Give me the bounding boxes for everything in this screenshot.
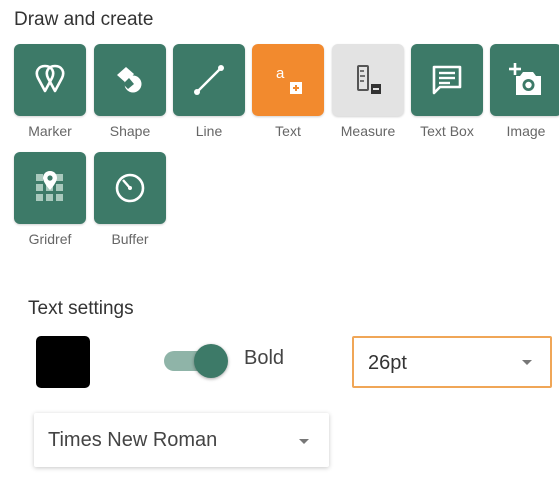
- marker-icon: [35, 64, 65, 93]
- text-settings-title: Text settings: [28, 298, 134, 319]
- text-box-icon: [432, 65, 462, 95]
- draw-and-create-title: Draw and create: [14, 9, 154, 30]
- gridref-icon: [36, 171, 63, 201]
- measure-icon: [357, 65, 381, 94]
- font-size-select[interactable]: 26pt: [352, 336, 552, 388]
- chevron-down-icon: [522, 360, 532, 365]
- gridref-tool-button[interactable]: [14, 152, 86, 224]
- buffer-icon: [115, 173, 145, 203]
- tool-label-shape: Shape: [109, 123, 151, 139]
- measure-tool-button[interactable]: [332, 44, 404, 116]
- text-color-swatch[interactable]: [36, 336, 90, 388]
- line-tool-button[interactable]: [173, 44, 245, 116]
- bold-toggle[interactable]: [164, 344, 228, 378]
- tool-label-line: Line: [195, 123, 223, 139]
- tool-label-buffer: Buffer: [111, 231, 149, 247]
- image-tool-button[interactable]: [490, 44, 559, 116]
- svg-text:a: a: [276, 65, 285, 82]
- bold-toggle-knob: [194, 344, 228, 378]
- add-image-icon: [509, 63, 541, 95]
- font-family-value: Times New Roman: [48, 429, 218, 451]
- chevron-down-icon: [299, 439, 309, 444]
- shape-tool-button[interactable]: [94, 44, 166, 116]
- text-icon: a: [276, 65, 302, 94]
- tool-label-marker: Marker: [28, 123, 72, 139]
- marker-tool-button[interactable]: [14, 44, 86, 116]
- font-size-value: 26pt: [368, 352, 407, 374]
- tool-label-gridref: Gridref: [28, 231, 72, 247]
- font-family-select[interactable]: Times New Roman: [34, 413, 329, 467]
- line-icon: [194, 65, 224, 95]
- tool-label-measure: Measure: [340, 123, 396, 139]
- bold-label: Bold: [244, 347, 285, 369]
- tool-label-text-box: Text Box: [420, 123, 474, 139]
- shape-icon: [117, 67, 142, 93]
- tool-label-image: Image: [506, 123, 546, 139]
- buffer-tool-button[interactable]: [94, 152, 166, 224]
- text-tool-button[interactable]: a: [252, 44, 324, 116]
- text-box-tool-button[interactable]: [411, 44, 483, 116]
- tool-label-text: Text: [275, 123, 301, 139]
